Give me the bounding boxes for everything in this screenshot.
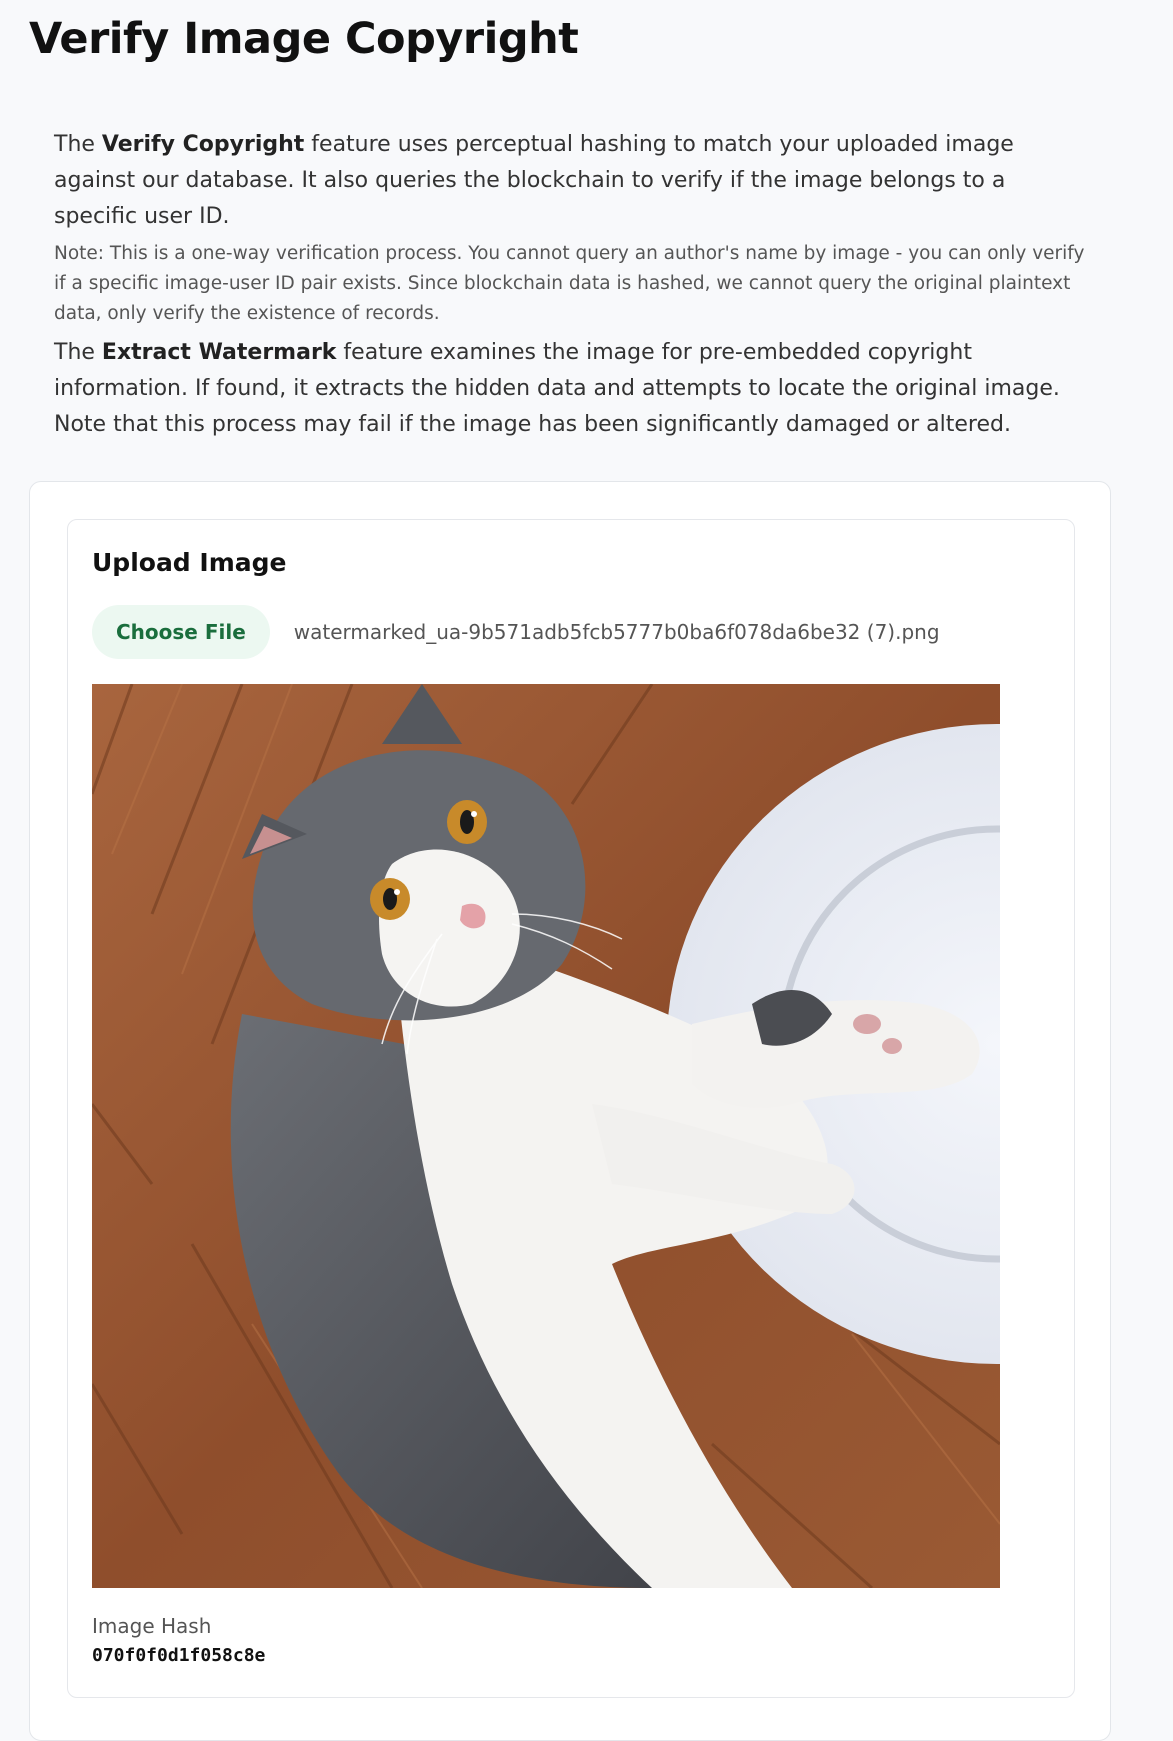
verify-copyright-description: The Verify Copyright feature uses percep… [54,127,1094,235]
upload-panel: Upload Image Choose File watermarked_ua-… [67,519,1075,1698]
text-fragment: The [54,340,102,365]
image-hash-value: 070f0f0d1f058c8e [92,1645,266,1666]
text-fragment: The [54,132,102,157]
extract-watermark-description: The Extract Watermark feature examines t… [54,335,1094,443]
verification-note: Note: This is a one-way verification pro… [54,243,1085,324]
verify-copyright-term: Verify Copyright [101,132,305,157]
verify-card: Upload Image Choose File watermarked_ua-… [29,481,1111,1741]
upload-section-title: Upload Image [92,548,287,577]
image-hash-label: Image Hash [92,1614,212,1638]
selected-file-name: watermarked_ua-9b571adb5fcb5777b0ba6f078… [293,620,940,644]
page-title: Verify Image Copyright [29,14,579,64]
choose-file-button[interactable]: Choose File [92,605,270,659]
file-input[interactable]: Choose File watermarked_ua-9b571adb5fcb5… [92,605,940,659]
cat-photo [92,684,1000,1588]
extract-watermark-term: Extract Watermark [101,340,337,365]
intro-section: The Verify Copyright feature uses percep… [54,127,1094,443]
uploaded-image-preview [92,684,1000,1588]
